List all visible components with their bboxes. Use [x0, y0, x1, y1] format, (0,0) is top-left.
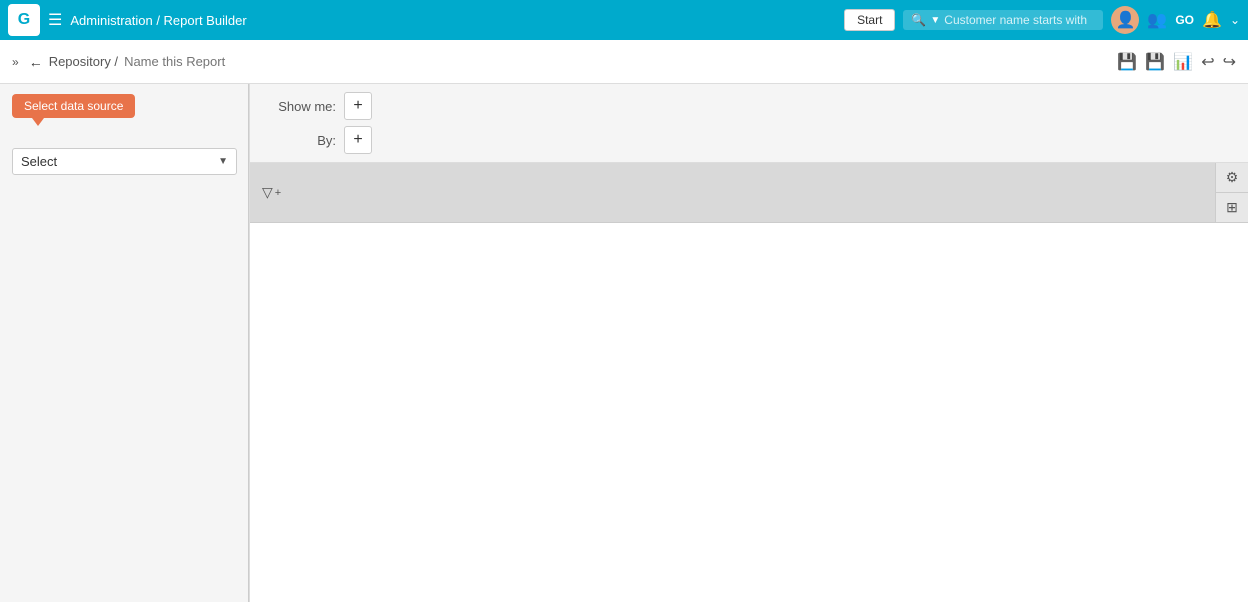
- by-label: By:: [266, 133, 336, 148]
- chevron-down-icon[interactable]: ⌄: [1230, 13, 1240, 27]
- sub-bar-actions: 💾 💾 📊 ↩ ↪: [1117, 52, 1236, 72]
- logo-letter: G: [18, 11, 30, 29]
- filter-icon[interactable]: ▽: [262, 184, 273, 201]
- data-source-dropdown[interactable]: Select ▼: [12, 148, 237, 175]
- table-view-icon[interactable]: ⊞: [1216, 193, 1248, 222]
- select-data-source-tooltip[interactable]: Select data source: [12, 94, 135, 118]
- back-button[interactable]: ←: [29, 54, 43, 70]
- undo-icon[interactable]: ↩: [1201, 52, 1214, 72]
- global-search[interactable]: 🔍 ▼ Customer name starts with: [903, 10, 1103, 30]
- search-icon: 🔍: [911, 13, 926, 27]
- grid-icon: ⊞: [1226, 199, 1238, 216]
- search-text: Customer name starts with: [944, 13, 1087, 27]
- start-button[interactable]: Start: [844, 9, 895, 31]
- avatar[interactable]: 👤: [1111, 6, 1139, 34]
- report-name-input[interactable]: [124, 54, 1111, 69]
- show-me-label: Show me:: [266, 99, 336, 114]
- by-row: By: +: [266, 126, 1232, 154]
- top-right-icons: 👤 👥 GO 🔔 ⌄: [1111, 6, 1240, 34]
- app-logo: G: [8, 4, 40, 36]
- filter-area: ▽ + ⚙ ⊞: [250, 163, 1248, 223]
- menu-icon[interactable]: ☰: [48, 10, 62, 30]
- team-icon[interactable]: 👥: [1147, 10, 1167, 30]
- dropdown-arrow-icon: ▼: [218, 156, 228, 167]
- redo-icon[interactable]: ↪: [1223, 52, 1236, 72]
- go-label[interactable]: GO: [1175, 13, 1194, 27]
- data-display-area: [250, 223, 1248, 602]
- content-area: Select data source Select ▼ Show me: + B…: [0, 84, 1248, 602]
- top-breadcrumb: Administration / Report Builder: [70, 13, 836, 28]
- top-navigation-bar: G ☰ Administration / Report Builder Star…: [0, 0, 1248, 40]
- main-panel: Show me: + By: + ▽ + ⚙ ⊞: [250, 84, 1248, 602]
- filter-add-button[interactable]: +: [275, 187, 281, 199]
- left-panel: Select data source Select ▼: [0, 84, 250, 602]
- search-dropdown-icon[interactable]: ▼: [930, 15, 940, 26]
- controls-bar: Show me: + By: +: [250, 84, 1248, 163]
- select-label: Select: [21, 154, 57, 169]
- show-me-add-button[interactable]: +: [344, 92, 372, 120]
- gear-icon: ⚙: [1226, 169, 1239, 186]
- collapse-panel-button[interactable]: »: [12, 55, 19, 69]
- by-add-button[interactable]: +: [344, 126, 372, 154]
- sub-bar: » ← Repository / 💾 💾 📊 ↩ ↪: [0, 40, 1248, 84]
- save-alt-icon[interactable]: 💾: [1145, 52, 1165, 72]
- sub-breadcrumb: Repository /: [49, 54, 118, 69]
- save-disk-icon[interactable]: 💾: [1117, 52, 1137, 72]
- vertical-divider: [248, 84, 249, 602]
- side-panel-icons: ⚙ ⊞: [1215, 163, 1248, 222]
- show-me-row: Show me: +: [266, 92, 1232, 120]
- settings-icon[interactable]: ⚙: [1216, 163, 1248, 193]
- chart-icon[interactable]: 📊: [1173, 52, 1193, 72]
- notification-icon[interactable]: 🔔: [1202, 10, 1222, 30]
